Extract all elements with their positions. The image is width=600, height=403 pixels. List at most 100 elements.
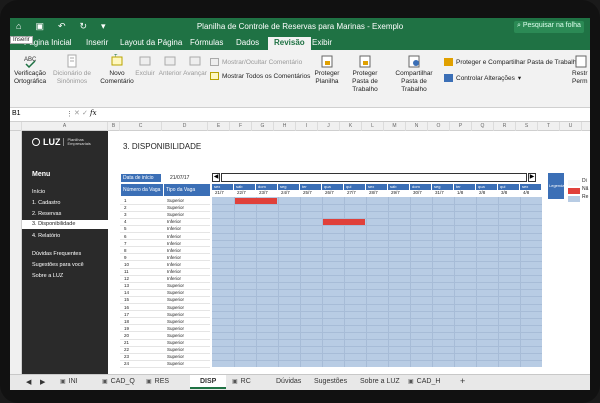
day-date: 2/8: [479, 190, 486, 195]
column-header[interactable]: S: [516, 122, 538, 131]
column-header[interactable]: P: [450, 122, 472, 131]
row-divider: [120, 345, 210, 347]
tab-7[interactable]: Exibir: [312, 38, 332, 47]
column-header[interactable]: Q: [472, 122, 494, 131]
column-header[interactable]: L: [362, 122, 384, 131]
menu-item[interactable]: Início: [32, 189, 45, 195]
tab-3[interactable]: Layout da Página: [120, 38, 182, 47]
menu-item[interactable]: Dúvidas Frequentes: [32, 251, 81, 257]
show-hide-comment-label: Mostrar/Ocultar Comentário: [222, 58, 303, 66]
row-divider: [120, 338, 210, 340]
start-date-value[interactable]: 21/07/17: [170, 174, 189, 182]
row-divider: [120, 288, 210, 290]
tab-2[interactable]: Inserir: [86, 38, 108, 47]
sheet-tab[interactable]: ▣ CAD_H: [408, 378, 440, 385]
sheet-tab[interactable]: ▣ CAD_Q: [102, 378, 135, 385]
menu-item[interactable]: 1. Cadastro: [32, 200, 60, 206]
tab-5[interactable]: Dados: [236, 38, 259, 47]
confirm-icon[interactable]: ✓: [82, 109, 88, 117]
sheet-tab[interactable]: Dúvidas: [276, 378, 301, 385]
vaga-header: Número da Vaga: [121, 184, 163, 196]
search-input[interactable]: ⌕ Pesquisar na folha: [514, 21, 584, 33]
week-scrollbar[interactable]: [221, 173, 527, 182]
row-divider: [120, 331, 210, 333]
legend-swatch: [568, 188, 580, 194]
row-divider: [120, 239, 210, 241]
sheet-tab[interactable]: Sugestões: [314, 378, 347, 385]
column-header[interactable]: C: [120, 122, 162, 131]
tipo-header: Tipo da Vaga: [164, 184, 210, 196]
reservation-block[interactable]: [235, 198, 277, 204]
previous-comment-button[interactable]: Anterior: [158, 54, 182, 78]
protect-workbook-button[interactable]: Proteger Pasta de Trabalho: [344, 54, 386, 94]
column-header[interactable]: O: [428, 122, 450, 131]
column-header[interactable]: I: [296, 122, 318, 131]
delete-comment-button[interactable]: Excluir: [134, 54, 156, 78]
protect-sheet-button[interactable]: Proteger Planilha: [312, 54, 342, 86]
track-changes-button[interactable]: Controlar Alterações ▾: [444, 74, 521, 82]
menu-item[interactable]: 3. Disponibilidade: [22, 220, 108, 229]
day-date: 22/7: [237, 190, 246, 195]
previous-icon: [164, 56, 176, 66]
show-all-comments-button[interactable]: Mostrar Todos os Comentários: [210, 72, 310, 80]
tab-6[interactable]: Revisão: [268, 37, 311, 50]
next-comment-button[interactable]: Avançar: [183, 54, 207, 78]
title-bar: ⌂ ▣ ↶ ↻ ▾ Planilha de Controle de Reserv…: [10, 18, 590, 36]
protect-share-button[interactable]: Proteger e Compartilhar Pasta de Trabalh…: [444, 58, 580, 66]
reservation-block[interactable]: [323, 219, 365, 225]
add-sheet-button[interactable]: +: [460, 376, 465, 386]
sheet-tab-label: Sugestões: [314, 378, 348, 385]
scroll-prev-icon[interactable]: ◀: [26, 378, 31, 386]
menu-panel: LUZ Planilhas Empresariais Menu Início 1.…: [22, 131, 108, 374]
column-header[interactable]: A: [22, 122, 108, 131]
column-header[interactable]: K: [340, 122, 362, 131]
column-header[interactable]: N: [406, 122, 428, 131]
grid-hline: [212, 346, 542, 348]
next-week-button[interactable]: ▶: [528, 173, 536, 182]
new-comment-label: Novo Comentário: [100, 70, 134, 85]
column-header[interactable]: G: [252, 122, 274, 131]
column-header[interactable]: M: [384, 122, 406, 131]
menu-item[interactable]: 4. Relatório: [32, 233, 60, 239]
menu-item[interactable]: 2. Reservas: [32, 211, 61, 217]
legend-header: Legenda: [548, 173, 565, 199]
column-header[interactable]: T: [538, 122, 560, 131]
column-header[interactable]: U: [560, 122, 582, 131]
restrict-permission-button[interactable]: Restr Perm: [572, 54, 590, 86]
grid-hline: [212, 239, 542, 241]
column-header[interactable]: B: [108, 122, 120, 131]
select-all-corner[interactable]: [10, 122, 22, 131]
formula-input[interactable]: [102, 109, 588, 121]
column-header[interactable]: F: [230, 122, 252, 131]
column-header[interactable]: E: [208, 122, 230, 131]
prev-week-button[interactable]: ◀: [212, 173, 220, 182]
sheet-tab[interactable]: Sobre a LUZ: [360, 378, 400, 385]
tab-4[interactable]: Fórmulas: [190, 38, 223, 47]
cancel-icon[interactable]: ✕: [74, 109, 80, 117]
sheet-tab[interactable]: ▣ INI: [60, 378, 78, 385]
column-header[interactable]: R: [494, 122, 516, 131]
thesaurus-button[interactable]: Dicionário de Sinônimos: [52, 54, 92, 86]
column-header[interactable]: D: [162, 122, 208, 131]
sheet-tab[interactable]: ▣ RES: [146, 378, 169, 385]
spelling-button[interactable]: ABC Verificação Ortográfica: [14, 54, 46, 86]
sheet-tab[interactable]: DISP: [190, 375, 227, 389]
sheet-tab-label: DISP: [200, 378, 217, 385]
column-header[interactable]: H: [274, 122, 296, 131]
row-divider: [120, 295, 210, 297]
menu-item[interactable]: Sugestões para você: [32, 262, 84, 268]
new-comment-button[interactable]: + Novo Comentário: [100, 54, 134, 86]
name-box[interactable]: B1: [12, 110, 62, 117]
sheet-tab[interactable]: ▣ RC: [232, 378, 251, 385]
show-hide-comment-button[interactable]: Mostrar/Ocultar Comentário: [210, 58, 302, 66]
column-headers: ABCDEFGHIJKLMNOPQRSTU: [10, 122, 590, 131]
day-date: 26/7: [325, 190, 334, 195]
fx-button[interactable]: fx: [90, 109, 97, 117]
scroll-next-icon[interactable]: ▶: [40, 378, 45, 386]
column-header[interactable]: J: [318, 122, 340, 131]
grid-hline: [212, 317, 542, 319]
day-date: 30/7: [413, 190, 422, 195]
share-workbook-button[interactable]: Compartilhar Pasta de Trabalho: [390, 54, 438, 94]
worksheet: ABCDEFGHIJKLMNOPQRSTU LUZ Planilhas Empr…: [10, 122, 590, 374]
menu-item[interactable]: Sobre a LUZ: [32, 273, 63, 279]
